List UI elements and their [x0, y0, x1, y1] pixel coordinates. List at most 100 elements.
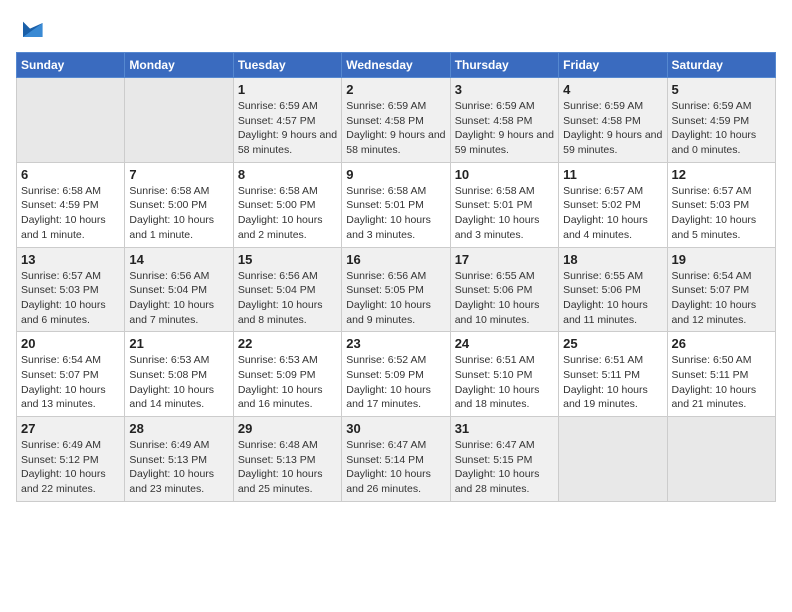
day-number: 5	[672, 82, 771, 97]
calendar-cell: 21 Sunrise: 6:53 AMSunset: 5:08 PMDayligh…	[125, 332, 233, 417]
calendar-cell: 24 Sunrise: 6:51 AMSunset: 5:10 PMDayligh…	[450, 332, 558, 417]
calendar-cell: 15Sunrise: 6:56 AMSunset: 5:04 PMDayligh…	[233, 247, 341, 332]
day-number: 4	[563, 82, 662, 97]
weekday-header: Sunday	[17, 53, 125, 78]
day-number: 20	[21, 336, 120, 351]
day-info: Sunrise: 6:59 AMSunset: 4:59 PMDaylight:…	[672, 99, 771, 158]
day-info: Sunrise: 6:53 AMSunset: 5:08 PMDaylight:…	[129, 353, 228, 412]
weekday-header: Tuesday	[233, 53, 341, 78]
calendar-week-row: 6 Sunrise: 6:58 AMSunset: 4:59 PMDaylight…	[17, 162, 776, 247]
calendar-week-row: 13 Sunrise: 6:57 AMSunset: 5:03 PMDayligh…	[17, 247, 776, 332]
day-info: Sunrise: 6:58 AMSunset: 5:00 PMDaylight:…	[238, 184, 337, 243]
calendar-cell: 18 Sunrise: 6:55 AMSunset: 5:06 PMDayligh…	[559, 247, 667, 332]
day-number: 31	[455, 421, 554, 436]
day-info: Sunrise: 6:55 AMSunset: 5:06 PMDaylight:…	[455, 269, 554, 328]
day-number: 14	[129, 252, 228, 267]
day-info: Sunrise: 6:59 AMSunset: 4:58 PMDaylight:…	[563, 99, 662, 158]
day-number: 13	[21, 252, 120, 267]
day-info: Sunrise: 6:58 AMSunset: 4:59 PMDaylight:…	[21, 184, 120, 243]
day-info: Sunrise: 6:48 AMSunset: 5:13 PMDaylight:…	[238, 438, 337, 497]
day-number: 18	[563, 252, 662, 267]
calendar-table: SundayMondayTuesdayWednesdayThursdayFrid…	[16, 52, 776, 502]
day-info: Sunrise: 6:54 AMSunset: 5:07 PMDaylight:…	[672, 269, 771, 328]
calendar-cell: 28 Sunrise: 6:49 AMSunset: 5:13 PMDayligh…	[125, 417, 233, 502]
day-number: 9	[346, 167, 445, 182]
day-info: Sunrise: 6:57 AMSunset: 5:03 PMDaylight:…	[21, 269, 120, 328]
calendar-cell: 22Sunrise: 6:53 AMSunset: 5:09 PMDayligh…	[233, 332, 341, 417]
calendar-cell: 9 Sunrise: 6:58 AMSunset: 5:01 PMDaylight…	[342, 162, 450, 247]
calendar-cell	[17, 78, 125, 163]
calendar-cell: 6 Sunrise: 6:58 AMSunset: 4:59 PMDaylight…	[17, 162, 125, 247]
day-info: Sunrise: 6:50 AMSunset: 5:11 PMDaylight:…	[672, 353, 771, 412]
calendar-cell: 1 Sunrise: 6:59 AMSunset: 4:57 PMDaylight…	[233, 78, 341, 163]
calendar-cell: 19 Sunrise: 6:54 AMSunset: 5:07 PMDayligh…	[667, 247, 775, 332]
day-info: Sunrise: 6:51 AMSunset: 5:10 PMDaylight:…	[455, 353, 554, 412]
calendar-cell	[125, 78, 233, 163]
day-info: Sunrise: 6:56 AMSunset: 5:05 PMDaylight:…	[346, 269, 445, 328]
day-info: Sunrise: 6:47 AMSunset: 5:14 PMDaylight:…	[346, 438, 445, 497]
day-info: Sunrise: 6:52 AMSunset: 5:09 PMDaylight:…	[346, 353, 445, 412]
day-number: 25	[563, 336, 662, 351]
day-number: 2	[346, 82, 445, 97]
day-info: Sunrise: 6:58 AMSunset: 5:00 PMDaylight:…	[129, 184, 228, 243]
calendar-cell: 25 Sunrise: 6:51 AMSunset: 5:11 PMDayligh…	[559, 332, 667, 417]
day-info: Sunrise: 6:57 AMSunset: 5:03 PMDaylight:…	[672, 184, 771, 243]
calendar-cell: 7 Sunrise: 6:58 AMSunset: 5:00 PMDaylight…	[125, 162, 233, 247]
day-info: Sunrise: 6:58 AMSunset: 5:01 PMDaylight:…	[455, 184, 554, 243]
day-info: Sunrise: 6:56 AMSunset: 5:04 PMDaylight:…	[129, 269, 228, 328]
calendar-week-row: 27Sunrise: 6:49 AMSunset: 5:12 PMDayligh…	[17, 417, 776, 502]
calendar-cell: 2 Sunrise: 6:59 AMSunset: 4:58 PMDaylight…	[342, 78, 450, 163]
day-number: 6	[21, 167, 120, 182]
calendar-cell: 10Sunrise: 6:58 AMSunset: 5:01 PMDayligh…	[450, 162, 558, 247]
day-info: Sunrise: 6:57 AMSunset: 5:02 PMDaylight:…	[563, 184, 662, 243]
calendar-cell: 20Sunrise: 6:54 AMSunset: 5:07 PMDayligh…	[17, 332, 125, 417]
calendar-week-row: 20Sunrise: 6:54 AMSunset: 5:07 PMDayligh…	[17, 332, 776, 417]
weekday-header: Thursday	[450, 53, 558, 78]
day-info: Sunrise: 6:58 AMSunset: 5:01 PMDaylight:…	[346, 184, 445, 243]
day-number: 24	[455, 336, 554, 351]
day-info: Sunrise: 6:59 AMSunset: 4:57 PMDaylight:…	[238, 99, 337, 158]
calendar-cell: 16Sunrise: 6:56 AMSunset: 5:05 PMDayligh…	[342, 247, 450, 332]
weekday-header: Saturday	[667, 53, 775, 78]
calendar-cell: 8Sunrise: 6:58 AMSunset: 5:00 PMDaylight…	[233, 162, 341, 247]
logo-icon	[16, 16, 44, 44]
day-info: Sunrise: 6:49 AMSunset: 5:13 PMDaylight:…	[129, 438, 228, 497]
calendar-cell: 12 Sunrise: 6:57 AMSunset: 5:03 PMDayligh…	[667, 162, 775, 247]
day-number: 29	[238, 421, 337, 436]
day-number: 1	[238, 82, 337, 97]
weekday-header: Monday	[125, 53, 233, 78]
calendar-cell: 29 Sunrise: 6:48 AMSunset: 5:13 PMDayligh…	[233, 417, 341, 502]
calendar-cell: 11 Sunrise: 6:57 AMSunset: 5:02 PMDayligh…	[559, 162, 667, 247]
day-info: Sunrise: 6:51 AMSunset: 5:11 PMDaylight:…	[563, 353, 662, 412]
day-number: 30	[346, 421, 445, 436]
calendar-cell: 5 Sunrise: 6:59 AMSunset: 4:59 PMDaylight…	[667, 78, 775, 163]
day-info: Sunrise: 6:49 AMSunset: 5:12 PMDaylight:…	[21, 438, 120, 497]
day-info: Sunrise: 6:59 AMSunset: 4:58 PMDaylight:…	[455, 99, 554, 158]
day-info: Sunrise: 6:53 AMSunset: 5:09 PMDaylight:…	[238, 353, 337, 412]
day-info: Sunrise: 6:47 AMSunset: 5:15 PMDaylight:…	[455, 438, 554, 497]
weekday-header-row: SundayMondayTuesdayWednesdayThursdayFrid…	[17, 53, 776, 78]
day-info: Sunrise: 6:59 AMSunset: 4:58 PMDaylight:…	[346, 99, 445, 158]
calendar-cell	[667, 417, 775, 502]
day-info: Sunrise: 6:55 AMSunset: 5:06 PMDaylight:…	[563, 269, 662, 328]
calendar-cell: 30 Sunrise: 6:47 AMSunset: 5:14 PMDayligh…	[342, 417, 450, 502]
calendar-cell	[559, 417, 667, 502]
day-number: 21	[129, 336, 228, 351]
day-number: 23	[346, 336, 445, 351]
day-number: 28	[129, 421, 228, 436]
day-number: 12	[672, 167, 771, 182]
day-number: 7	[129, 167, 228, 182]
day-number: 11	[563, 167, 662, 182]
day-number: 19	[672, 252, 771, 267]
day-info: Sunrise: 6:56 AMSunset: 5:04 PMDaylight:…	[238, 269, 337, 328]
calendar-cell: 3Sunrise: 6:59 AMSunset: 4:58 PMDaylight…	[450, 78, 558, 163]
calendar-cell: 4 Sunrise: 6:59 AMSunset: 4:58 PMDaylight…	[559, 78, 667, 163]
calendar-cell: 31 Sunrise: 6:47 AMSunset: 5:15 PMDayligh…	[450, 417, 558, 502]
calendar-cell: 27Sunrise: 6:49 AMSunset: 5:12 PMDayligh…	[17, 417, 125, 502]
logo	[16, 16, 46, 44]
weekday-header: Wednesday	[342, 53, 450, 78]
day-number: 17	[455, 252, 554, 267]
weekday-header: Friday	[559, 53, 667, 78]
calendar-cell: 17 Sunrise: 6:55 AMSunset: 5:06 PMDayligh…	[450, 247, 558, 332]
page-header	[16, 16, 776, 44]
